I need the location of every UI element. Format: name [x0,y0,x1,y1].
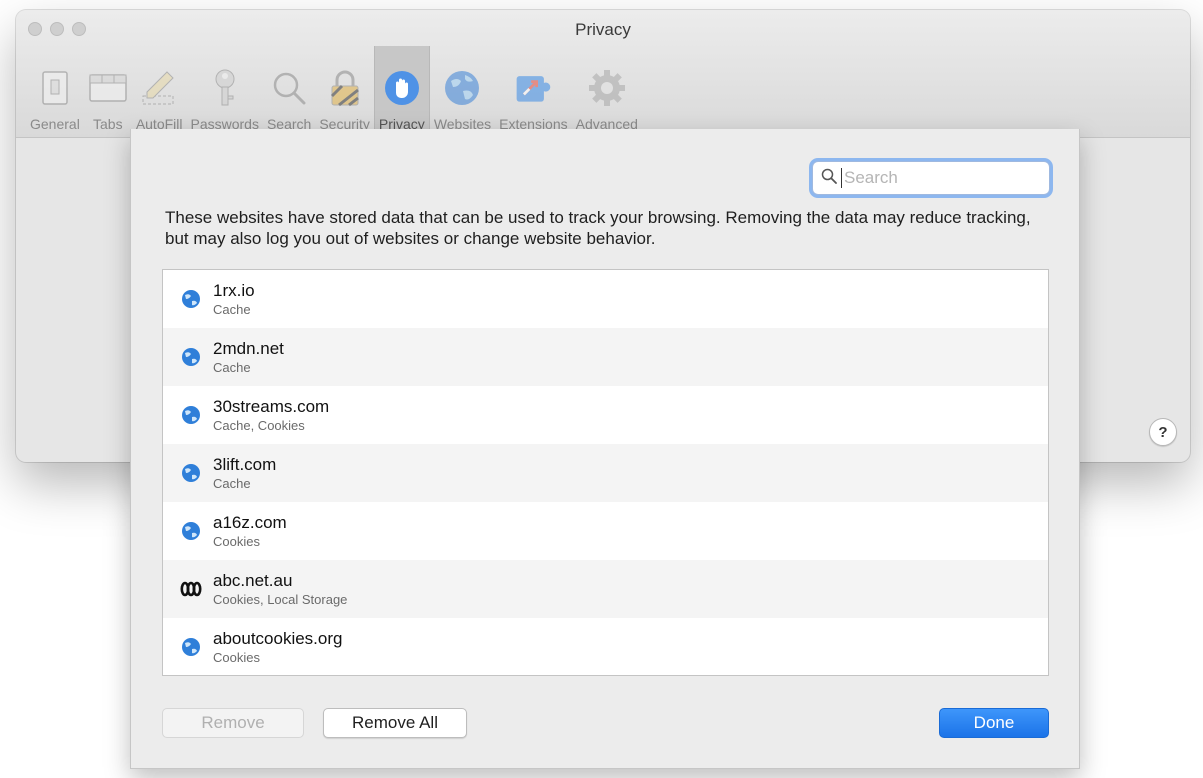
list-item[interactable]: a16z.com Cookies [163,502,1048,560]
remove-button[interactable]: Remove [162,708,304,738]
hand-icon [382,68,422,108]
list-item[interactable]: aboutcookies.org Cookies [163,618,1048,675]
website-data-types: Cache [213,475,251,491]
website-data-types: Cookies [213,533,260,549]
gear-icon [587,68,627,108]
tabs-icon [88,68,128,108]
title-bar: Privacy General Tabs AutoFill Passwords … [16,10,1190,138]
globe-icon [179,403,203,427]
puzzle-icon [513,68,553,108]
tab-passwords[interactable]: Passwords [187,46,263,138]
magnifier-icon [269,68,309,108]
list-item[interactable]: 1rx.io Cache [163,270,1048,328]
website-name: 30streams.com [213,396,330,416]
globe-icon [179,461,203,485]
globe-icon [179,287,203,311]
general-switch-icon [35,68,75,108]
tab-websites[interactable]: Websites [430,46,495,138]
website-data-types: Cookies [213,649,260,665]
list-item[interactable]: 2mdn.net Cache [163,328,1048,386]
tab-general-label: General [30,116,80,132]
key-icon [205,68,245,108]
website-data-types: Cookies, Local Storage [213,591,348,607]
help-button[interactable]: ? [1149,418,1177,446]
tracking-description: These websites have stored data that can… [165,208,1031,248]
window-title: Privacy [575,20,631,39]
website-name: 2mdn.net [213,338,284,358]
website-data-types: Cache, Cookies [213,417,305,433]
tab-general[interactable]: General [26,46,84,138]
website-data-list[interactable]: 1rx.io Cache 2mdn.net Cache 30streams.com C… [162,269,1049,676]
tab-tabs-label: Tabs [93,116,123,132]
website-data-types: Cache [213,301,251,317]
list-item[interactable]: 30streams.com Cache, Cookies [163,386,1048,444]
padlock-icon [325,68,365,108]
done-button[interactable]: Done [939,708,1049,738]
preferences-toolbar: General Tabs AutoFill Passwords Search S… [26,46,642,138]
globe-icon [179,519,203,543]
website-name: 1rx.io [213,280,255,300]
tab-tabs[interactable]: Tabs [84,46,132,138]
globe-icon [179,635,203,659]
tab-search[interactable]: Search [263,46,315,138]
website-data-types: Cache [213,359,251,375]
website-name: 3lift.com [213,454,277,474]
globe-icon [179,345,203,369]
search-icon [821,168,837,189]
abc-logo-icon [179,577,203,601]
tab-extensions[interactable]: Extensions [495,46,571,138]
pencil-icon [139,68,179,108]
website-name: abc.net.au [213,570,293,590]
search-input[interactable] [841,168,1041,188]
list-item[interactable]: 3lift.com Cache [163,444,1048,502]
tab-advanced[interactable]: Advanced [572,46,642,138]
tab-security[interactable]: Security [315,46,374,138]
list-item[interactable]: abc.net.au Cookies, Local Storage [163,560,1048,618]
tab-privacy[interactable]: Privacy [373,46,430,138]
globe-icon [442,68,482,108]
manage-website-data-sheet: These websites have stored data that can… [130,129,1080,769]
remove-all-button[interactable]: Remove All [323,708,467,738]
website-name: aboutcookies.org [213,628,343,648]
website-name: a16z.com [213,512,287,532]
search-field[interactable] [812,161,1050,195]
tab-autofill[interactable]: AutoFill [132,46,187,138]
